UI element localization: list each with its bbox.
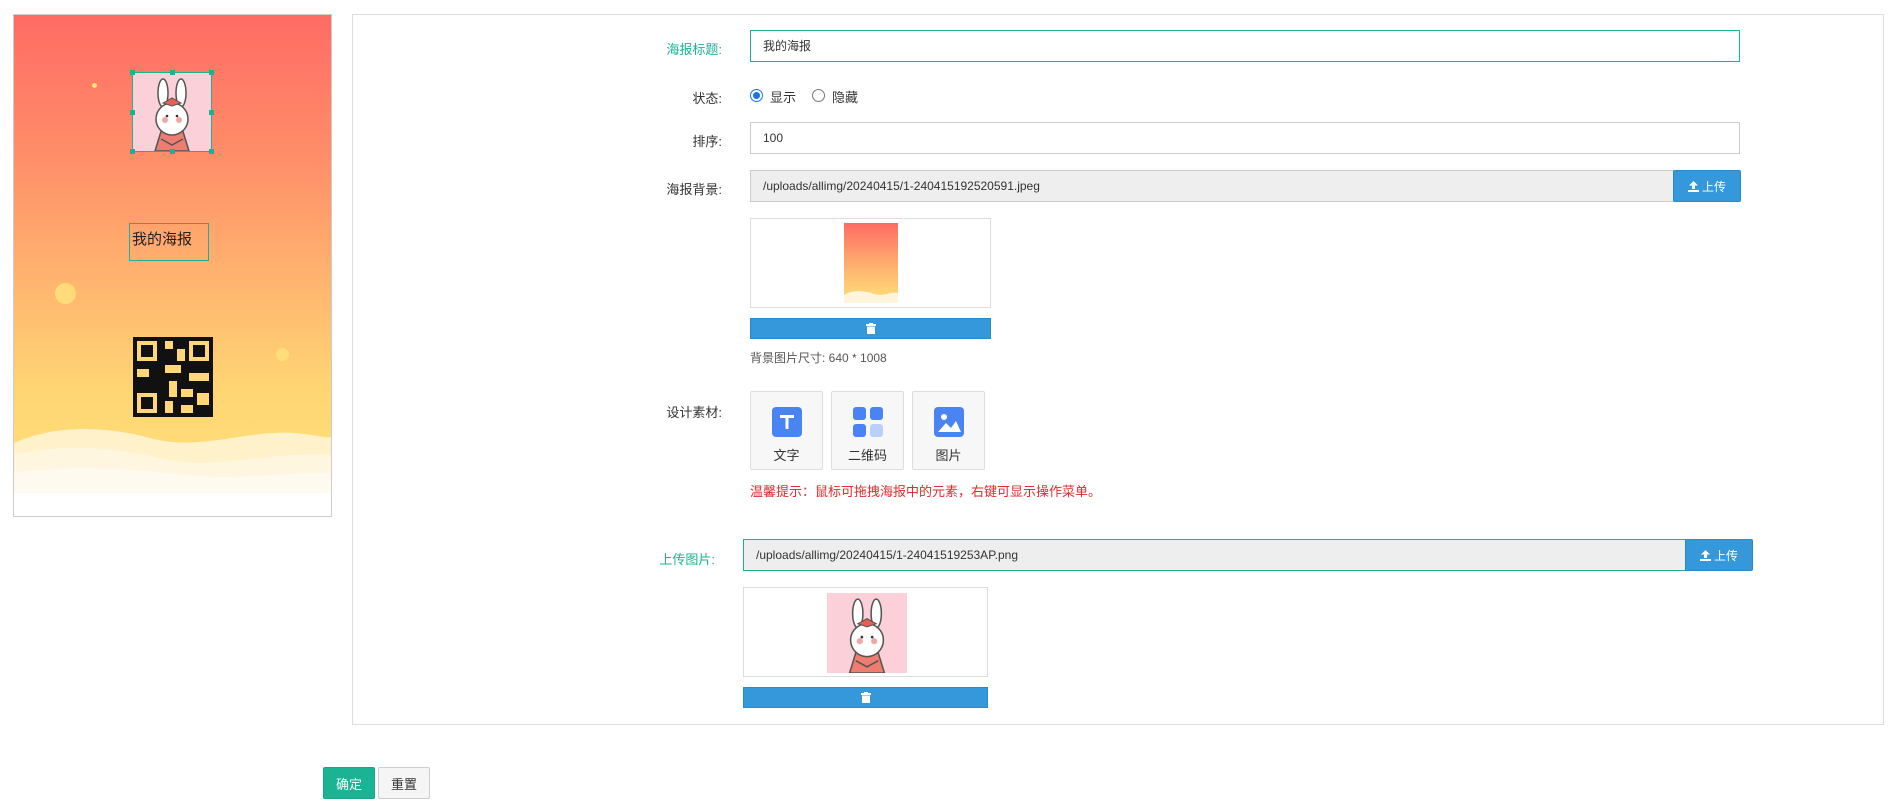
- poster-preview: 我的海报: [13, 14, 332, 517]
- background-preview-image: [844, 223, 898, 303]
- status-show-radio[interactable]: [750, 89, 763, 102]
- sort-input[interactable]: 100: [750, 122, 1740, 154]
- material-text-button[interactable]: 文字: [750, 391, 823, 470]
- text-icon: [772, 407, 802, 437]
- qrcode-icon: [853, 407, 883, 437]
- poster-title-element[interactable]: 我的海报: [129, 223, 209, 261]
- background-size-hint: 背景图片尺寸: 640 * 1008: [750, 351, 887, 365]
- material-qrcode-label: 二维码: [847, 448, 887, 463]
- upload-image-label: 上传图片:: [659, 552, 715, 567]
- drag-tip: 温馨提示：鼠标可拖拽海报中的元素，右键可显示操作菜单。: [750, 484, 1102, 499]
- image-delete-button[interactable]: [743, 687, 988, 708]
- status-hide-label[interactable]: 隐藏: [832, 87, 858, 106]
- material-image-button[interactable]: 图片: [912, 391, 985, 470]
- trash-icon: [865, 323, 876, 334]
- poster-form-panel: [352, 14, 1884, 725]
- material-image-label: 图片: [935, 448, 962, 463]
- status-hide-radio[interactable]: [812, 89, 825, 102]
- material-qrcode-button[interactable]: 二维码: [831, 391, 904, 470]
- status-label: 状态:: [692, 91, 722, 106]
- image-path-input[interactable]: /uploads/allimg/20240415/1-24041519253AP…: [743, 539, 1686, 571]
- background-thumbnail: [750, 218, 991, 308]
- qrcode-icon: [133, 337, 213, 417]
- background-label: 海报背景:: [666, 182, 722, 197]
- title-input[interactable]: 我的海报: [750, 30, 1740, 62]
- image-thumbnail: [743, 587, 988, 677]
- image-upload-button[interactable]: 上传: [1685, 539, 1753, 571]
- bunny-image: [827, 593, 907, 674]
- confirm-button[interactable]: 确定: [323, 767, 375, 799]
- upload-icon: [1699, 549, 1711, 561]
- upload-icon: [1687, 180, 1699, 192]
- image-icon: [934, 407, 964, 437]
- materials-label: 设计素材:: [666, 405, 722, 420]
- title-label: 海报标题:: [666, 42, 722, 57]
- poster-qrcode-element[interactable]: [133, 337, 213, 417]
- material-text-label: 文字: [773, 448, 800, 463]
- trash-icon: [860, 692, 871, 703]
- upload-label: 上传: [1713, 548, 1738, 563]
- bunny-image: [153, 78, 191, 152]
- background-delete-button[interactable]: [750, 318, 991, 339]
- background-upload-button[interactable]: 上传: [1673, 170, 1741, 202]
- background-path-input[interactable]: /uploads/allimg/20240415/1-2404151925205…: [750, 170, 1674, 202]
- sort-label: 排序:: [692, 134, 722, 149]
- status-show-label[interactable]: 显示: [770, 87, 796, 106]
- reset-button[interactable]: 重置: [378, 767, 430, 799]
- upload-label: 上传: [1701, 179, 1726, 194]
- poster-image-element[interactable]: [130, 70, 214, 154]
